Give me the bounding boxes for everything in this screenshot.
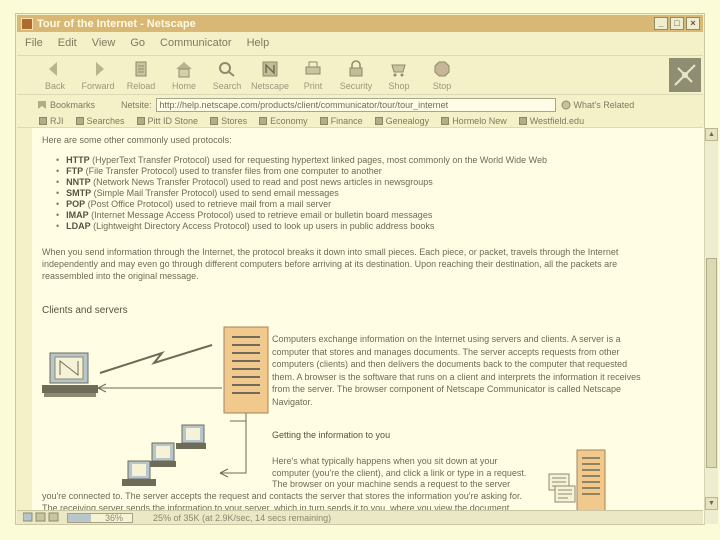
status-bar: 36% 25% of 35K (at 2.9K/sec, 14 secs rem… — [17, 510, 703, 524]
menu-go[interactable]: Go — [130, 37, 145, 49]
home-icon — [176, 62, 192, 78]
minimize-button[interactable]: _ — [654, 17, 668, 30]
forward-arrow-icon — [96, 62, 104, 76]
shop-icon — [391, 64, 406, 77]
client-computer-small-icon — [122, 424, 206, 486]
print-icon — [305, 61, 321, 75]
arrow-line — [220, 413, 247, 474]
personal-item-stores[interactable]: Stores — [210, 116, 247, 126]
scroll-thumb[interactable] — [706, 258, 717, 468]
search-icon — [219, 62, 235, 77]
forward-button[interactable]: Forward — [76, 60, 120, 94]
netscape-button[interactable]: Netscape — [248, 60, 292, 94]
menu-file[interactable]: File — [25, 37, 43, 49]
back-arrow-icon — [49, 62, 57, 76]
maximize-button[interactable]: □ — [670, 17, 684, 30]
back-button[interactable]: Back — [33, 60, 77, 94]
netsite-label: Netsite: — [121, 100, 152, 110]
reload-button[interactable]: Reload — [119, 60, 163, 94]
packet-paragraph: When you send information through the In… — [42, 247, 619, 281]
personal-item-searches[interactable]: Searches — [75, 116, 125, 126]
netscape-logo — [669, 58, 701, 92]
lightning-connector-icon — [99, 344, 213, 374]
menu-bar: File Edit View Go Communicator Help — [17, 33, 703, 53]
list-item: FTP (File Transfer Protocol) used to tra… — [56, 166, 547, 177]
print-button[interactable]: Print — [291, 60, 335, 94]
close-button[interactable]: × — [686, 17, 700, 30]
bookmark-folder-icon — [518, 116, 527, 125]
intro-text: Here are some other commonly used protoc… — [42, 135, 232, 145]
progress-percent: 36% — [105, 512, 124, 523]
menu-help[interactable]: Help — [247, 37, 270, 49]
window-title: Tour of the Internet - Netscape — [37, 17, 196, 30]
menu-communicator[interactable]: Communicator — [160, 37, 232, 49]
navigation-toolbar: Back Forward Reload Home Search Netscape… — [17, 55, 703, 95]
related-icon — [561, 100, 571, 110]
page-content: Here are some other commonly used protoc… — [32, 128, 704, 524]
progress-fill — [68, 513, 92, 522]
list-item: HTTP (HyperText Transfer Protocol) used … — [56, 155, 547, 166]
netscape-icon — [262, 61, 278, 77]
whats-related-button[interactable]: What's Related — [561, 100, 634, 110]
list-item: LDAP (Lightweight Directory Access Proto… — [56, 221, 547, 232]
personal-item-finance[interactable]: Finance — [319, 116, 363, 126]
clients-heading: Clients and servers — [42, 305, 128, 316]
bookmarks-button[interactable]: Bookmarks — [37, 100, 95, 110]
bookmark-icon — [38, 101, 46, 109]
window-controls: _ □ × — [654, 17, 700, 30]
location-toolbar: Bookmarks Netsite: What's Related — [17, 96, 703, 114]
bookmark-folder-icon — [374, 116, 383, 125]
menu-view[interactable]: View — [92, 37, 116, 49]
bookmark-folder-icon — [210, 116, 219, 125]
reload-icon — [135, 61, 147, 77]
bookmark-folder-icon — [136, 116, 145, 125]
status-icons — [23, 512, 59, 522]
url-input[interactable] — [155, 98, 556, 112]
list-item: NNTP (Network News Transfer Protocol) us… — [56, 177, 547, 188]
list-item: IMAP (Internet Message Access Protocol) … — [56, 210, 547, 221]
netscape-logo-icon — [674, 64, 696, 86]
list-item: POP (Post Office Protocol) used to retri… — [56, 199, 547, 210]
vertical-scrollbar[interactable]: ▲ ▼ — [704, 128, 718, 524]
title-bar: Tour of the Internet - Netscape _ □ × — [17, 15, 703, 32]
server-tower-icon — [223, 326, 269, 414]
protocol-list: HTTP (HyperText Transfer Protocol) used … — [56, 155, 547, 232]
personal-item-westfield[interactable]: Westfield.edu — [518, 116, 584, 126]
bookmark-folder-icon — [441, 116, 450, 125]
bookmark-folder-icon — [259, 116, 268, 125]
personal-toolbar: RJI Searches Pitt ID Stone Stores Econom… — [17, 114, 703, 128]
security-button[interactable]: Security — [334, 60, 378, 94]
stop-button[interactable]: Stop — [420, 60, 464, 94]
menu-edit[interactable]: Edit — [58, 37, 77, 49]
progress-bar — [67, 512, 133, 523]
scroll-up-arrow-icon[interactable]: ▲ — [705, 128, 718, 141]
bookmark-folder-icon — [319, 116, 328, 125]
personal-item-hormelo[interactable]: Hormelo New — [441, 116, 507, 126]
clients-paragraph: Computers exchange information on the In… — [272, 334, 641, 407]
status-message: 25% of 35K (at 2.9K/sec, 14 secs remaini… — [153, 512, 332, 523]
netscape-app-icon — [21, 17, 33, 30]
getting-paragraph-right: Here's what typically happens when you s… — [272, 456, 527, 489]
bookmark-folder-icon — [75, 116, 84, 125]
bookmark-folder-icon — [39, 116, 47, 125]
search-button[interactable]: Search — [205, 60, 249, 94]
browser-window: Tour of the Internet - Netscape _ □ × Fi… — [15, 13, 718, 525]
personal-item-rji[interactable]: RJI — [39, 116, 64, 126]
shop-button[interactable]: Shop — [377, 60, 421, 94]
personal-item-pitt[interactable]: Pitt ID Stone — [136, 116, 198, 126]
scroll-down-arrow-icon[interactable]: ▼ — [705, 497, 718, 510]
list-item: SMTP (Simple Mail Transfer Protocol) use… — [56, 188, 547, 199]
stop-icon — [434, 61, 450, 77]
client-server-diagram — [42, 326, 269, 486]
lock-icon — [349, 60, 363, 77]
client-computer-icon — [42, 352, 98, 397]
home-button[interactable]: Home — [162, 60, 206, 94]
personal-item-genealogy[interactable]: Genealogy — [374, 116, 429, 126]
getting-heading: Getting the information to you — [272, 430, 391, 440]
personal-item-economy[interactable]: Economy — [259, 116, 308, 126]
